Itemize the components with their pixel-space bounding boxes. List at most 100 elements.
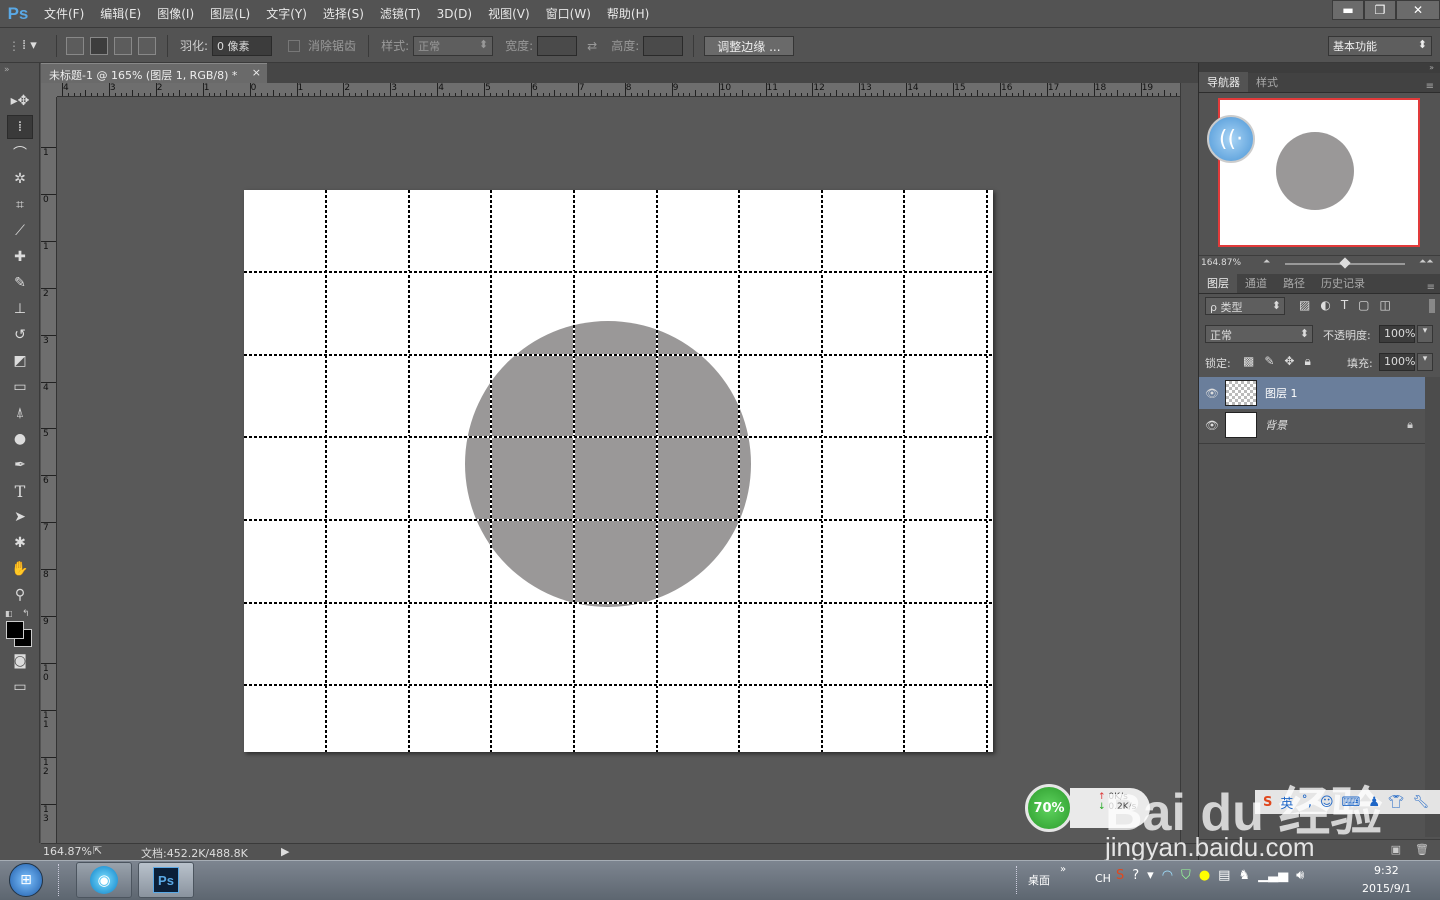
- hand-tool-icon[interactable]: ✋: [7, 557, 33, 581]
- marquee-tool-preset-icon[interactable]: ⁞ ▾: [22, 38, 50, 53]
- tab-history[interactable]: 历史记录: [1313, 273, 1373, 293]
- clock-time[interactable]: 9:32: [1374, 864, 1399, 877]
- wifi-tray-icon[interactable]: ◠: [1162, 868, 1173, 883]
- smart-object-filter-icon[interactable]: ◫: [1380, 298, 1391, 312]
- vertical-ruler[interactable]: 1 0 1 2 3 4 5 6 7 8 9 10 11 12 13: [41, 97, 57, 843]
- color-swatches[interactable]: ◧ ↰: [0, 609, 39, 647]
- tools-icon[interactable]: 🔧︎: [1413, 795, 1430, 810]
- ruler-corner[interactable]: [41, 83, 57, 97]
- opacity-input[interactable]: 100%: [1379, 325, 1415, 343]
- panel-menu-icon[interactable]: ≡: [1427, 282, 1440, 293]
- close-button[interactable]: ✕: [1396, 0, 1440, 20]
- skin-icon[interactable]: 👕︎: [1388, 795, 1405, 810]
- collapse-icon[interactable]: »: [0, 63, 39, 87]
- magic-wand-tool-icon[interactable]: ✲: [7, 167, 33, 191]
- move-tool-icon[interactable]: ▸✥: [7, 89, 33, 113]
- tab-navigator[interactable]: 导航器: [1199, 72, 1248, 92]
- fill-input[interactable]: 100%: [1379, 353, 1415, 371]
- menu-3d[interactable]: 3D(D): [429, 0, 480, 28]
- shape-tool-icon[interactable]: ✱: [7, 531, 33, 555]
- add-selection-icon[interactable]: [90, 36, 108, 55]
- gradient-tool-icon[interactable]: ▭: [7, 375, 33, 399]
- volume-tray-icon[interactable]: 🔊︎: [1296, 868, 1304, 883]
- feather-input[interactable]: 0 像素: [212, 35, 273, 56]
- eyedropper-tool-icon[interactable]: ⟋: [7, 219, 33, 243]
- menu-window[interactable]: 窗口(W): [538, 0, 599, 28]
- status-menu-arrow-icon[interactable]: ▶: [281, 845, 289, 858]
- lock-all-icon[interactable]: 🔒︎: [1304, 354, 1310, 369]
- export-icon[interactable]: ⇱: [93, 844, 102, 857]
- foreground-color-swatch[interactable]: [6, 621, 24, 639]
- eraser-tool-icon[interactable]: ◩: [7, 349, 33, 373]
- zoom-out-icon[interactable]: ⏶: [1263, 257, 1270, 267]
- type-tool-icon[interactable]: T: [7, 479, 33, 503]
- layer-row-layer1[interactable]: 👁︎ 图层 1: [1199, 377, 1425, 409]
- tab-channels[interactable]: 通道: [1237, 273, 1275, 293]
- adjustment-filter-icon[interactable]: ◐: [1320, 298, 1330, 312]
- refine-edge-button[interactable]: 调整边缘 ...: [704, 35, 794, 56]
- security-tray-icon[interactable]: ⛉: [1181, 868, 1191, 883]
- pen-tool-icon[interactable]: ✒: [7, 453, 33, 477]
- path-selection-tool-icon[interactable]: ➤: [7, 505, 33, 529]
- type-filter-icon[interactable]: T: [1341, 298, 1348, 312]
- lock-transparent-icon[interactable]: ▩: [1243, 354, 1254, 369]
- fill-dropdown-icon[interactable]: ▾: [1417, 353, 1433, 371]
- dodge-tool-icon[interactable]: ●: [7, 427, 33, 451]
- crop-tool-icon[interactable]: ⌗: [7, 193, 33, 217]
- menu-filter[interactable]: 滤镜(T): [372, 0, 429, 28]
- menu-select[interactable]: 选择(S): [315, 0, 372, 28]
- taskbar-photoshop-button[interactable]: Ps: [138, 862, 194, 898]
- tab-close-icon[interactable]: ×: [252, 66, 261, 79]
- screen-mode-icon[interactable]: ▭: [7, 675, 33, 699]
- lock-position-icon[interactable]: ✥: [1284, 354, 1294, 369]
- tray-expand-icon[interactable]: ▾: [1147, 868, 1154, 883]
- width-input[interactable]: [537, 35, 578, 56]
- restore-button[interactable]: ❐: [1364, 0, 1396, 20]
- layer-name[interactable]: 图层 1: [1265, 385, 1298, 401]
- menu-help[interactable]: 帮助(H): [599, 0, 657, 28]
- filter-toggle[interactable]: [1429, 299, 1435, 313]
- shape-filter-icon[interactable]: ▢: [1358, 298, 1369, 312]
- visibility-eye-icon[interactable]: 👁︎: [1199, 387, 1225, 400]
- horizontal-ruler[interactable]: 4 3 2 1 0 1 2 3 4 5 6 7 8 9 10 11 12 13 14 15 16 17 18 19: [57, 83, 1180, 97]
- taskbar-browser-button[interactable]: ◉: [76, 862, 132, 898]
- emoji-icon[interactable]: ☺: [1320, 795, 1334, 810]
- start-button[interactable]: ⊞: [4, 862, 48, 898]
- punct-icon[interactable]: ˚,: [1301, 795, 1312, 810]
- user-tray-icon[interactable]: ♞: [1238, 868, 1250, 883]
- history-brush-tool-icon[interactable]: ↺: [7, 323, 33, 347]
- workspace-select[interactable]: 基本功能 ⬍: [1328, 36, 1432, 56]
- navigator-zoom[interactable]: 164.87%: [1201, 258, 1241, 268]
- lock-image-icon[interactable]: ✎: [1264, 354, 1274, 369]
- intersect-selection-icon[interactable]: [138, 36, 156, 55]
- ime-mode-icon[interactable]: 英: [1280, 793, 1293, 812]
- lasso-tool-icon[interactable]: ⌒: [7, 141, 33, 165]
- tab-layers[interactable]: 图层: [1199, 273, 1237, 293]
- tab-paths[interactable]: 路径: [1275, 273, 1313, 293]
- menu-file[interactable]: 文件(F): [36, 0, 92, 28]
- brush-tool-icon[interactable]: ✎: [7, 271, 33, 295]
- menu-image[interactable]: 图像(I): [149, 0, 202, 28]
- tab-styles[interactable]: 样式: [1248, 72, 1286, 92]
- swap-colors-icon[interactable]: ↰: [22, 609, 30, 619]
- healing-brush-tool-icon[interactable]: ✚: [7, 245, 33, 269]
- layer-row-background[interactable]: 👁︎ 背景 🔒︎: [1199, 409, 1425, 441]
- default-colors-icon[interactable]: ◧: [5, 609, 13, 618]
- zoom-in-icon[interactable]: ⏶⏶: [1419, 257, 1433, 267]
- new-selection-icon[interactable]: [66, 36, 84, 55]
- swap-icon[interactable]: ⇄: [587, 39, 597, 53]
- network-tray-icon[interactable]: ▤: [1218, 868, 1230, 883]
- sogou-icon[interactable]: S: [1263, 795, 1272, 810]
- minimize-button[interactable]: ▬: [1332, 0, 1364, 20]
- help-tray-icon[interactable]: ?: [1132, 868, 1139, 883]
- navigator-preview[interactable]: [1218, 98, 1420, 247]
- panel-menu-icon[interactable]: ≡: [1426, 81, 1440, 92]
- antialias-checkbox[interactable]: [288, 39, 301, 52]
- quick-mask-icon[interactable]: ◙: [7, 649, 33, 673]
- signal-tray-icon[interactable]: ▁▃▅: [1258, 868, 1288, 883]
- zoom-slider-thumb[interactable]: [1339, 257, 1351, 269]
- visibility-eye-icon[interactable]: 👁︎: [1199, 419, 1225, 432]
- toolbar-chevron-icon[interactable]: »: [1060, 864, 1066, 875]
- style-select[interactable]: 正常 ⬍: [413, 35, 494, 56]
- sogou-tray-icon[interactable]: S: [1116, 868, 1124, 883]
